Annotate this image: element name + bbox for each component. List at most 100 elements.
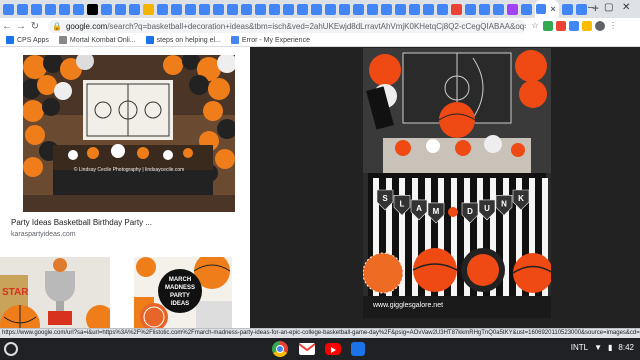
youtube-icon[interactable] (325, 343, 341, 355)
bookmark-favicon-icon (58, 36, 67, 44)
url-path: /search?q=basketball+decoration+ideas&tb… (107, 21, 526, 31)
tab-favicon-icon[interactable] (521, 3, 532, 15)
tab-favicon-icon[interactable] (101, 3, 112, 15)
back-icon[interactable]: ← (0, 21, 14, 32)
watermark-text: © Lindsay Cecile Photography | lindsayce… (74, 166, 185, 173)
toolbar: ← → ↻ 🔒 google.com/search?q=basketball+d… (0, 18, 640, 34)
preview-image-slam-dunk[interactable]: S L A M D U N K www.gigglesgalore.net (363, 48, 551, 318)
extension-icon[interactable] (569, 21, 579, 31)
result-image-basketball-party[interactable]: © Lindsay Cecile Photography | lindsayce… (23, 55, 235, 212)
bookmark-favicon-icon (230, 36, 239, 44)
battery-icon: ▮ (608, 343, 613, 352)
tab-favicon-icon[interactable] (493, 3, 504, 15)
tab-favicon-icon[interactable] (325, 3, 336, 15)
address-bar[interactable]: 🔒 google.com/search?q=basketball+decorat… (48, 19, 526, 33)
banner-letter: S (382, 194, 388, 203)
march-madness-line-1: MARCH (169, 277, 191, 283)
tab-favicon-icon[interactable] (339, 3, 350, 15)
launcher-icon[interactable] (4, 342, 18, 356)
forward-icon[interactable]: → (14, 21, 28, 32)
tab-active[interactable]: × (535, 0, 559, 18)
profile-avatar[interactable] (595, 21, 605, 31)
banner-letter: A (416, 204, 422, 213)
preview-watermark: www.gigglesgalore.net (373, 302, 444, 309)
tab-favicon-icon[interactable] (31, 3, 42, 15)
menu-icon[interactable]: ⋮ (608, 21, 618, 31)
trophy-text: STAR (2, 287, 29, 298)
google-favicon-icon (536, 4, 546, 14)
tab-favicon-icon[interactable] (409, 3, 420, 15)
bookmark-item[interactable]: steps on helping el... (145, 36, 221, 44)
status-url: https://www.google.com/url?sa=i&url=http… (0, 328, 640, 338)
tab-favicon-icon[interactable] (381, 3, 392, 15)
bookmark-item[interactable]: Mortal Kombat Onli... (58, 36, 136, 44)
tab-favicon-icon[interactable] (3, 3, 14, 15)
march-madness-line-4: IDEAS (171, 301, 189, 307)
tab-favicon-icon[interactable] (17, 3, 28, 15)
tab-favicon-icon[interactable] (562, 3, 573, 15)
chrome-icon[interactable] (272, 341, 288, 357)
tab-favicon-icon[interactable] (269, 3, 280, 15)
bookmark-star-icon[interactable]: ☆ (530, 21, 540, 31)
gmail-icon[interactable] (298, 343, 316, 355)
tab-favicon-icon[interactable] (395, 3, 406, 15)
tab-favicon-icon[interactable] (367, 3, 378, 15)
tab-favicon-icon[interactable] (423, 3, 434, 15)
bookmarks-bar: CPS Apps Mortal Kombat Onli... steps on he… (0, 34, 640, 47)
tab-favicon-icon[interactable] (451, 3, 462, 15)
tab-favicon-icon[interactable] (171, 3, 182, 15)
extension-icon[interactable] (543, 21, 553, 31)
tab-favicon-icon[interactable] (297, 3, 308, 15)
march-madness-line-3: PARTY (170, 293, 190, 299)
tab-favicon-icon[interactable] (59, 3, 70, 15)
tab-favicon-icon[interactable] (283, 3, 294, 15)
bookmark-label: CPS Apps (17, 36, 49, 44)
maximize-icon[interactable]: ▢ (604, 2, 613, 13)
reload-icon[interactable]: ↻ (28, 21, 42, 32)
image-preview-panel: S L A M D U N K www.gigglesgalore.net (250, 47, 640, 328)
url-host: google.com (65, 21, 108, 31)
march-madness-line-2: MADNESS (165, 285, 195, 291)
tab-favicon-icon[interactable] (437, 3, 448, 15)
result-title[interactable]: Party Ideas Basketball Birthday Party ..… (11, 218, 241, 227)
tab-favicon-icon[interactable] (479, 3, 490, 15)
tab-favicon-icon[interactable] (73, 3, 84, 15)
tab-favicon-icon[interactable] (87, 3, 98, 15)
bookmark-item[interactable]: CPS Apps (6, 36, 49, 44)
tab-favicon-icon[interactable] (157, 3, 168, 15)
minimize-icon[interactable]: – (588, 2, 594, 13)
tab-favicon-icon[interactable] (255, 3, 266, 15)
tab-favicon-icon[interactable] (576, 3, 587, 15)
files-icon[interactable] (351, 342, 365, 356)
banner-letter: M (433, 207, 440, 216)
tab-favicon-icon[interactable] (465, 3, 476, 15)
result-image-trophy[interactable]: STAR (0, 257, 110, 328)
tab-favicon-icon[interactable] (241, 3, 252, 15)
tab-favicon-icon[interactable] (227, 3, 238, 15)
result-image-march-madness[interactable]: MARCH MADNESS PARTY IDEAS (134, 257, 232, 328)
extension-icon[interactable] (556, 21, 566, 31)
tab-favicon-icon[interactable] (185, 3, 196, 15)
tab-favicon-icon[interactable] (199, 3, 210, 15)
extension-icon[interactable] (582, 21, 592, 31)
tab-favicon-icon[interactable] (213, 3, 224, 15)
banner-letter: K (518, 194, 524, 203)
bookmark-item[interactable]: Error - My Experience (230, 36, 310, 44)
bookmark-label: Mortal Kombat Onli... (69, 36, 136, 44)
tab-favicon-icon[interactable] (143, 3, 154, 15)
system-shelf: INTL ▼ ▮ 8:42 (0, 338, 640, 360)
tab-favicon-icon[interactable] (507, 3, 518, 15)
tab-favicon-icon[interactable] (115, 3, 126, 15)
tab-favicon-icon[interactable] (311, 3, 322, 15)
bookmark-label: steps on helping el... (156, 36, 221, 44)
banner-letter: D (467, 207, 473, 216)
banner-letter: L (400, 199, 405, 208)
tab-favicon-icon[interactable] (45, 3, 56, 15)
tab-favicon-icon[interactable] (353, 3, 364, 15)
tab-favicon-icon[interactable] (129, 3, 140, 15)
system-tray[interactable]: INTL ▼ ▮ 8:42 (565, 343, 634, 352)
bookmark-favicon-icon (145, 36, 154, 44)
result-source[interactable]: karaspartyideas.com (11, 231, 76, 238)
close-icon[interactable]: ✕ (622, 2, 630, 13)
tab-close-icon[interactable]: × (548, 4, 558, 15)
